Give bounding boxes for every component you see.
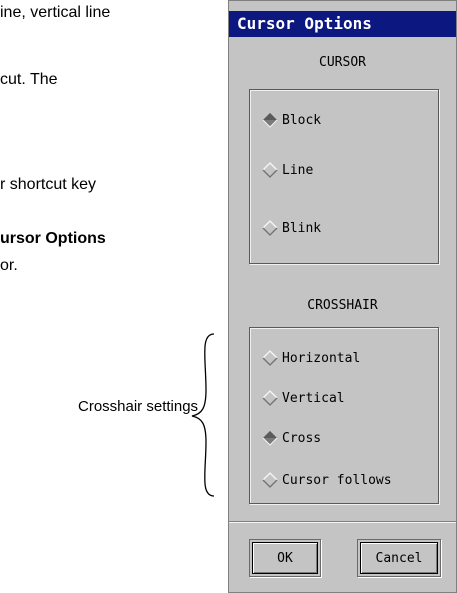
cursor-group: Block Line Blink xyxy=(249,89,439,264)
radio-diamond-icon xyxy=(262,350,278,366)
doc-text-line-5: or. xyxy=(0,257,18,274)
radio-block-label: Block xyxy=(282,112,322,128)
radio-diamond-icon xyxy=(262,220,278,236)
radio-cross-label: Cross xyxy=(282,430,322,446)
crosshair-section-title: CROSSHAIR xyxy=(307,298,378,313)
crosshair-group: Horizontal Vertical Cross Cursor follows xyxy=(249,327,439,504)
doc-text-line-2: cut. The xyxy=(0,71,58,88)
radio-line[interactable]: Line xyxy=(262,162,313,178)
radio-diamond-selected-icon xyxy=(262,113,278,128)
curly-brace-icon xyxy=(191,333,215,497)
doc-text-line-1: ine, vertical line xyxy=(0,4,111,21)
cancel-button[interactable]: Cancel xyxy=(360,542,438,574)
cursor-options-dialog: Cursor Options CURSOR Block Line Blink C… xyxy=(228,0,457,593)
radio-vertical-label: Vertical xyxy=(282,390,345,406)
doc-text-line-4: ursor Options xyxy=(0,230,106,247)
radio-diamond-selected-icon xyxy=(262,431,278,446)
cursor-section-title: CURSOR xyxy=(319,55,366,70)
radio-cursor-follows[interactable]: Cursor follows xyxy=(262,472,392,488)
radio-blink-label: Blink xyxy=(282,220,322,236)
radio-horizontal-label: Horizontal xyxy=(282,350,361,366)
dialog-separator xyxy=(229,521,456,523)
radio-diamond-icon xyxy=(262,162,278,178)
radio-blink[interactable]: Blink xyxy=(262,220,321,236)
dialog-title: Cursor Options xyxy=(229,11,456,37)
radio-cross[interactable]: Cross xyxy=(262,430,321,446)
radio-block[interactable]: Block xyxy=(262,112,321,128)
radio-line-label: Line xyxy=(282,162,314,178)
radio-diamond-icon xyxy=(262,390,278,406)
radio-diamond-icon xyxy=(262,472,278,488)
ok-button[interactable]: OK xyxy=(252,542,318,574)
radio-horizontal[interactable]: Horizontal xyxy=(262,350,360,366)
doc-text-line-3: r shortcut key xyxy=(0,176,97,193)
radio-cursor-follows-label: Cursor follows xyxy=(282,472,392,488)
radio-vertical[interactable]: Vertical xyxy=(262,390,345,406)
